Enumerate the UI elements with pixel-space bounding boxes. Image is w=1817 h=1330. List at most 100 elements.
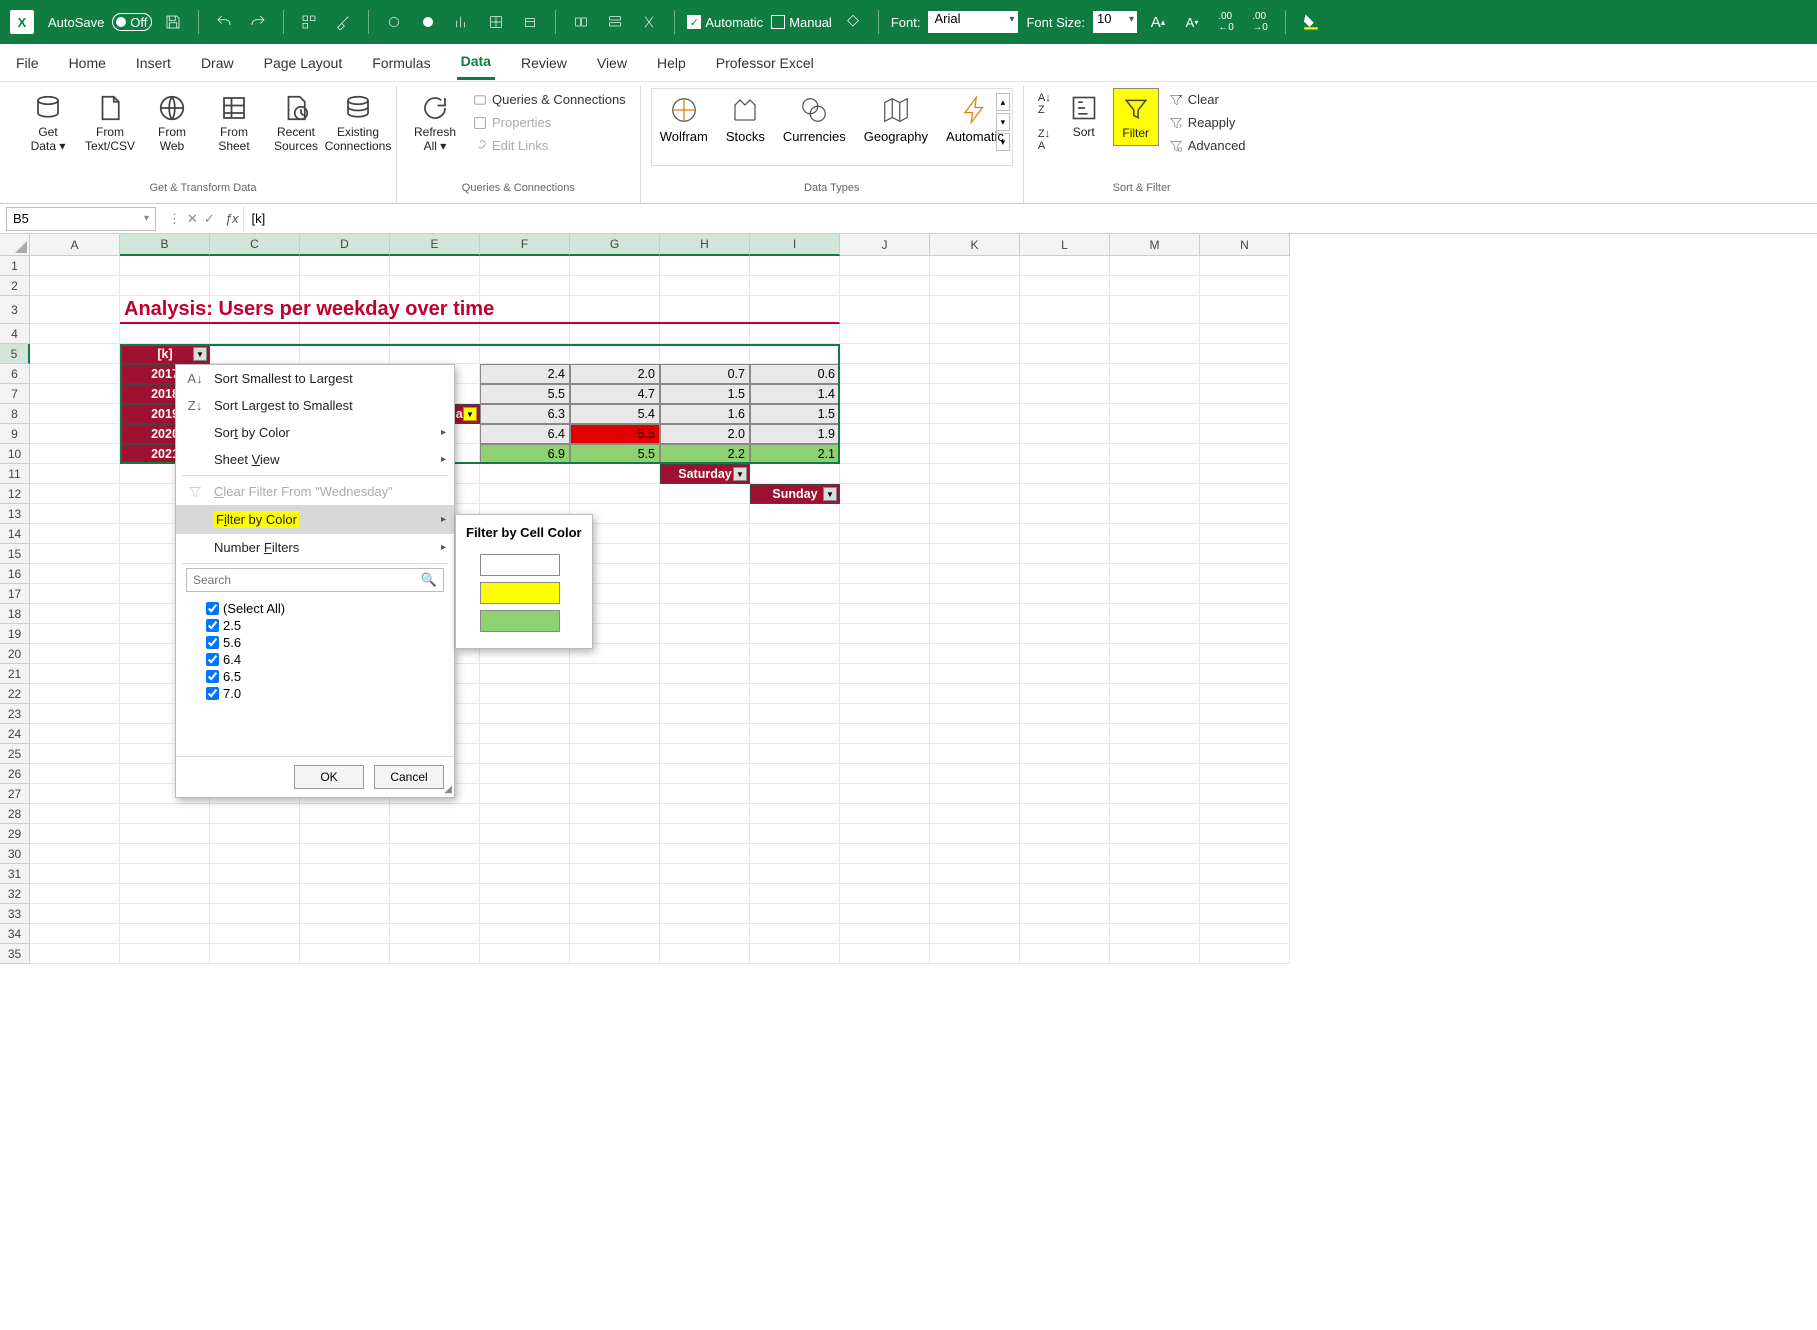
data-types-gallery[interactable]: Wolfram Stocks Currencies Geography Auto… <box>651 88 1013 166</box>
cell[interactable]: 5.5 <box>570 424 660 444</box>
cell[interactable] <box>750 904 840 924</box>
tool2-icon[interactable] <box>602 9 628 35</box>
cell[interactable] <box>120 276 210 296</box>
cell[interactable] <box>1200 404 1290 424</box>
font-select[interactable]: Arial <box>928 11 1018 33</box>
redo-icon[interactable] <box>245 9 271 35</box>
cell[interactable] <box>1020 704 1110 724</box>
cell[interactable] <box>1020 924 1110 944</box>
color-swatch[interactable] <box>480 610 560 632</box>
cell[interactable] <box>480 924 570 944</box>
cell[interactable] <box>840 944 930 964</box>
cell[interactable] <box>1200 744 1290 764</box>
increase-font-icon[interactable]: A▴ <box>1145 9 1171 35</box>
cell[interactable] <box>750 684 840 704</box>
tab-help[interactable]: Help <box>653 47 690 79</box>
cell[interactable] <box>750 724 840 744</box>
cell[interactable] <box>1200 256 1290 276</box>
cell[interactable] <box>480 276 570 296</box>
sort-asc-button[interactable]: A↓Z <box>1034 90 1055 118</box>
cell[interactable] <box>750 824 840 844</box>
cell[interactable] <box>480 764 570 784</box>
wolfram-button[interactable]: Wolfram <box>660 95 708 144</box>
cell[interactable] <box>480 664 570 684</box>
cell[interactable] <box>840 744 930 764</box>
font-size-select[interactable]: 10 <box>1093 11 1137 33</box>
row-header[interactable]: 4 <box>0 324 30 344</box>
cell[interactable] <box>840 324 930 344</box>
cell[interactable] <box>750 344 840 364</box>
cell[interactable] <box>660 864 750 884</box>
cell[interactable]: 2.0 <box>660 424 750 444</box>
cell[interactable] <box>30 864 120 884</box>
cell[interactable] <box>1110 364 1200 384</box>
cell[interactable]: 0.6 <box>750 364 840 384</box>
cell[interactable] <box>750 644 840 664</box>
cell[interactable] <box>930 684 1020 704</box>
row-header[interactable]: 27 <box>0 784 30 804</box>
cell[interactable] <box>1110 256 1200 276</box>
cell[interactable] <box>930 824 1020 844</box>
color-swatch[interactable] <box>480 582 560 604</box>
cell[interactable] <box>1020 604 1110 624</box>
decrease-font-icon[interactable]: A▾ <box>1179 9 1205 35</box>
cell[interactable] <box>1110 276 1200 296</box>
row-header[interactable]: 10 <box>0 444 30 464</box>
cell[interactable] <box>930 564 1020 584</box>
cell[interactable] <box>750 604 840 624</box>
cell[interactable] <box>300 864 390 884</box>
cell[interactable] <box>30 724 120 744</box>
cell[interactable] <box>750 584 840 604</box>
tab-professor-excel[interactable]: Professor Excel <box>712 47 818 79</box>
cell[interactable] <box>1020 276 1110 296</box>
cell[interactable] <box>1110 384 1200 404</box>
cell[interactable]: 6.4 <box>480 424 570 444</box>
recent-sources-button[interactable]: RecentSources <box>268 88 324 158</box>
cell[interactable] <box>1200 296 1290 324</box>
cell[interactable] <box>1200 424 1290 444</box>
clear-filter-button[interactable]: Clear <box>1165 90 1250 109</box>
cell[interactable] <box>660 904 750 924</box>
tab-insert[interactable]: Insert <box>132 47 175 79</box>
cell[interactable] <box>1200 864 1290 884</box>
cell[interactable] <box>930 844 1020 864</box>
cell[interactable] <box>1110 664 1200 684</box>
cell[interactable] <box>840 256 930 276</box>
column-header[interactable]: K <box>930 234 1020 256</box>
row-header[interactable]: 12 <box>0 484 30 504</box>
cell[interactable] <box>1110 604 1200 624</box>
sort-desc-menuitem[interactable]: Z↓Sort Largest to Smallest <box>176 392 454 419</box>
cell[interactable] <box>750 544 840 564</box>
cell[interactable] <box>840 484 930 504</box>
cell[interactable] <box>30 484 120 504</box>
row-header[interactable]: 31 <box>0 864 30 884</box>
filter-value-item[interactable]: 2.5 <box>206 617 444 634</box>
chart-icon[interactable] <box>449 9 475 35</box>
cell[interactable] <box>1110 864 1200 884</box>
cell[interactable] <box>1110 744 1200 764</box>
cell[interactable] <box>660 324 750 344</box>
cell[interactable]: 1.6 <box>660 404 750 424</box>
cell[interactable] <box>750 664 840 684</box>
edit-links-button[interactable]: Edit Links <box>469 136 630 155</box>
column-header[interactable]: A <box>30 234 120 256</box>
cell[interactable] <box>1200 684 1290 704</box>
cell[interactable] <box>390 924 480 944</box>
cell[interactable] <box>30 464 120 484</box>
sort-asc-menuitem[interactable]: A↓Sort Smallest to Largest <box>176 365 454 392</box>
cell[interactable] <box>840 444 930 464</box>
cell[interactable] <box>930 484 1020 504</box>
row-header[interactable]: 3 <box>0 296 30 324</box>
cell[interactable] <box>570 704 660 724</box>
cell[interactable]: 1.5 <box>660 384 750 404</box>
cell[interactable]: 2.1 <box>750 444 840 464</box>
cell[interactable] <box>390 824 480 844</box>
cell[interactable] <box>480 944 570 964</box>
cell[interactable] <box>1020 504 1110 524</box>
cell[interactable] <box>1020 764 1110 784</box>
cell[interactable] <box>300 944 390 964</box>
cell[interactable] <box>210 844 300 864</box>
cell[interactable] <box>480 324 570 344</box>
column-header[interactable]: F <box>480 234 570 256</box>
cell[interactable] <box>570 764 660 784</box>
